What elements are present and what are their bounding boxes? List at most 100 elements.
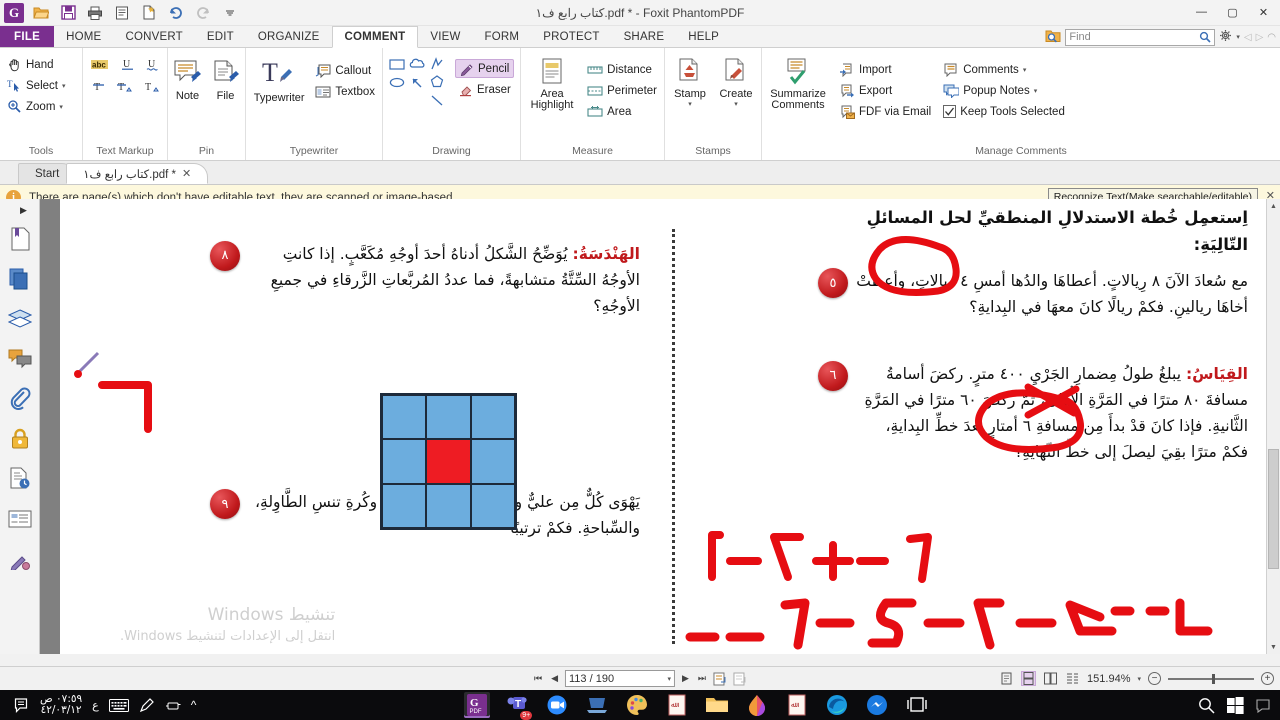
zoom-taskbar[interactable] xyxy=(544,692,570,718)
oval-icon[interactable] xyxy=(389,77,405,88)
customize-quick-access-caret[interactable] xyxy=(219,2,241,24)
measure-perimeter-button[interactable]: Perimeter xyxy=(584,81,660,100)
settings-gear-icon[interactable] xyxy=(1219,29,1232,45)
ribbon-tab-comment[interactable]: COMMENT xyxy=(331,26,419,48)
callout-button[interactable]: Callout xyxy=(312,61,378,80)
typewriter-button[interactable]: T Typewriter xyxy=(250,55,308,104)
windows-start-icon[interactable] xyxy=(1227,696,1244,714)
scroll-up-arrow[interactable]: ▲ xyxy=(1267,199,1280,213)
ribbon-scroll-right-icon[interactable]: ▷ xyxy=(1256,32,1264,43)
facing-continuous-view-button[interactable] xyxy=(1065,671,1080,686)
zoom-out-button[interactable]: − xyxy=(1148,672,1161,685)
previous-page-button[interactable]: ◀ xyxy=(549,673,560,684)
ribbon-tab-convert[interactable]: CONVERT xyxy=(113,26,194,47)
network-icon[interactable] xyxy=(164,699,181,712)
document-window-1-taskbar[interactable]: ﷲ xyxy=(664,692,690,718)
polyline-icon[interactable] xyxy=(430,57,444,71)
print-icon[interactable] xyxy=(84,2,106,24)
ribbon-tab-share[interactable]: SHARE xyxy=(612,26,677,47)
save-icon[interactable] xyxy=(57,2,79,24)
measure-distance-button[interactable]: Distance xyxy=(584,60,660,79)
taskbar-clock[interactable]: ٠٧:٥٩ ص ٤٢/٠٣/١٢ xyxy=(40,694,82,716)
open-icon[interactable] xyxy=(30,2,52,24)
advanced-search-icon[interactable] xyxy=(1045,29,1061,46)
microsoft-teams-taskbar[interactable]: T 9+ xyxy=(504,692,533,720)
expand-nav-pane-icon[interactable]: ▶ xyxy=(20,205,27,216)
ribbon-tab-file[interactable]: FILE xyxy=(0,26,55,47)
undo-icon[interactable] xyxy=(165,2,187,24)
stamps-panel-icon[interactable] xyxy=(7,546,33,572)
strikeout-icon[interactable]: T xyxy=(92,79,105,93)
eraser-button[interactable]: Eraser xyxy=(455,80,514,99)
foxit-phantompdf-taskbar[interactable]: G PDF xyxy=(464,692,491,718)
action-center-icon[interactable] xyxy=(1256,698,1270,713)
fit-page-icon[interactable] xyxy=(713,671,728,686)
import-comments-button[interactable]: Import xyxy=(836,60,934,79)
cloud-icon[interactable] xyxy=(409,58,426,70)
export-comments-button[interactable]: Export xyxy=(836,81,934,100)
find-input[interactable]: Find xyxy=(1065,28,1216,46)
zoom-dropdown-caret-icon[interactable]: ▾ xyxy=(1137,675,1141,683)
microsoft-edge-taskbar[interactable] xyxy=(824,692,850,718)
vertical-scrollbar[interactable]: ▲ ▼ xyxy=(1266,199,1280,654)
digital-signature-icon[interactable] xyxy=(7,466,33,492)
chevron-down-icon[interactable]: ▾ xyxy=(1023,66,1027,74)
zoom-slider[interactable] xyxy=(1168,673,1254,684)
chevron-down-icon[interactable]: ▾ xyxy=(62,82,66,90)
chevron-down-icon[interactable]: ▾ xyxy=(1034,87,1038,95)
facing-view-button[interactable] xyxy=(1043,671,1058,686)
summarize-comments-button[interactable]: Summarize Comments xyxy=(766,55,830,111)
create-stamp-button[interactable]: Create ▾ xyxy=(715,55,757,108)
pin-note-button[interactable]: Note xyxy=(172,57,204,102)
pages-thumbnails-icon[interactable] xyxy=(7,266,33,292)
pencil-button[interactable]: Pencil xyxy=(455,59,514,78)
fdf-via-email-button[interactable]: FDF via Email xyxy=(836,102,934,121)
chevron-down-icon[interactable]: ▾ xyxy=(734,100,738,108)
security-lock-icon[interactable] xyxy=(7,426,33,452)
search-icon[interactable] xyxy=(1198,697,1215,714)
redo-icon[interactable] xyxy=(192,2,214,24)
scroll-down-arrow[interactable]: ▼ xyxy=(1267,640,1280,654)
tool-select[interactable]: T Select ▾ xyxy=(4,76,68,95)
zoom-slider-thumb[interactable] xyxy=(1212,673,1215,684)
document-window-2-taskbar[interactable]: ﷲ xyxy=(784,692,810,718)
bookmarks-icon[interactable] xyxy=(7,226,33,252)
zoom-in-button[interactable]: + xyxy=(1261,672,1274,685)
ribbon-tab-protect[interactable]: PROTECT xyxy=(531,26,611,47)
scrollbar-thumb[interactable] xyxy=(1268,449,1279,569)
arrow-icon[interactable] xyxy=(410,76,424,89)
maximize-button[interactable]: ▢ xyxy=(1218,2,1247,22)
textbox-button[interactable]: Textbox xyxy=(312,82,378,101)
pin-file-button[interactable]: File xyxy=(210,57,242,102)
ribbon-tab-home[interactable]: HOME xyxy=(54,26,113,47)
pdf-page[interactable]: اِستعمِل خُطة الاستدلالِ المنطقيِّ لحل ا… xyxy=(60,199,1266,654)
app-logo[interactable]: G xyxy=(3,2,25,24)
ribbon-tab-organize[interactable]: ORGANIZE xyxy=(246,26,332,47)
underline-icon[interactable]: U xyxy=(121,57,134,71)
close-icon[interactable]: ✕ xyxy=(182,167,191,180)
settings-caret-icon[interactable]: ▾ xyxy=(1236,33,1240,41)
doc-tab-pdf[interactable]: كتاب رابع ف١.pdf * ✕ xyxy=(66,163,209,184)
close-button[interactable]: ✕ xyxy=(1249,2,1278,22)
polygon-icon[interactable] xyxy=(430,75,444,89)
pen-icon[interactable] xyxy=(139,697,154,713)
ribbon-tab-view[interactable]: VIEW xyxy=(418,26,472,47)
notifications-icon[interactable] xyxy=(14,697,30,713)
layers-icon[interactable] xyxy=(7,306,33,332)
last-page-button[interactable]: ⏭ xyxy=(696,673,708,684)
continuous-view-button[interactable] xyxy=(1021,671,1037,686)
line-icon[interactable] xyxy=(430,94,444,107)
ribbon-tab-help[interactable]: HELP xyxy=(676,26,731,47)
highlight-icon[interactable]: abc xyxy=(91,57,109,71)
tool-hand[interactable]: Hand xyxy=(4,55,68,74)
squiggly-underline-icon[interactable]: U xyxy=(146,57,159,71)
attachments-icon[interactable] xyxy=(7,386,33,412)
ribbon-tab-form[interactable]: FORM xyxy=(473,26,532,47)
language-indicator[interactable]: ع xyxy=(92,699,99,712)
collapse-ribbon-icon[interactable]: ◠ xyxy=(1267,32,1276,43)
first-page-button[interactable]: ⏮ xyxy=(532,673,544,684)
chevron-down-icon[interactable]: ▾ xyxy=(59,103,63,111)
popup-notes-dropdown[interactable]: Popup Notes ▾ xyxy=(940,81,1068,100)
fit-width-icon[interactable] xyxy=(733,671,748,686)
next-page-button[interactable]: ▶ xyxy=(680,673,691,684)
